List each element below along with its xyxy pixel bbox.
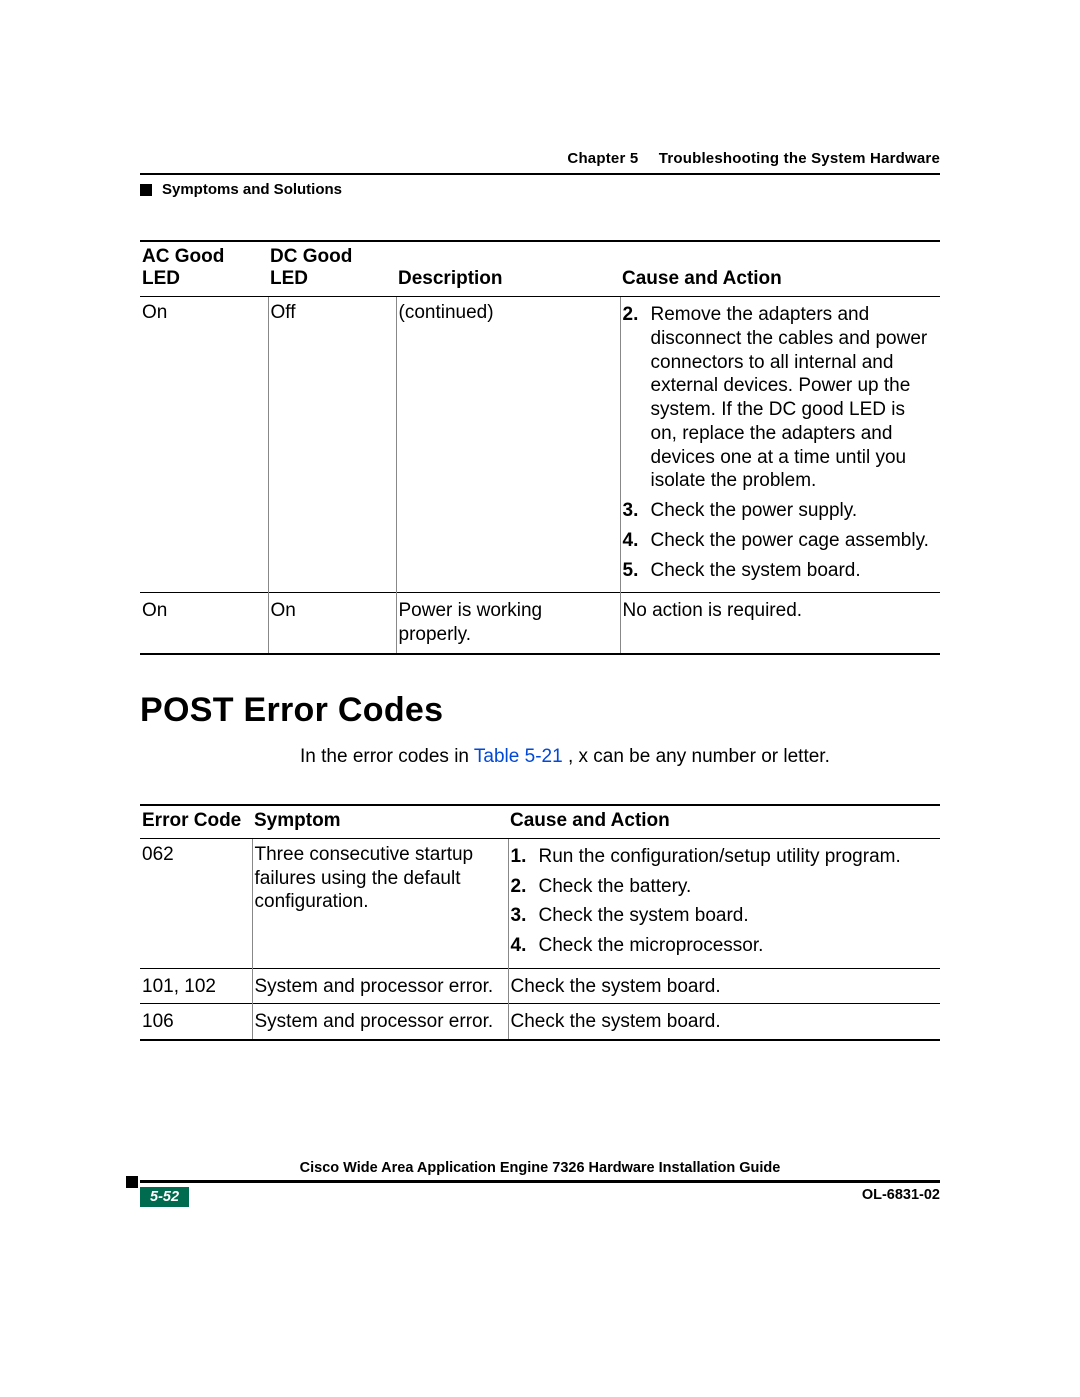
list-item: Check the power supply.: [623, 499, 935, 523]
table-row: 101, 102 System and processor error. Che…: [140, 968, 940, 1003]
col-symptom: Symptom: [252, 805, 508, 839]
list-item: Check the power cage assembly.: [623, 529, 935, 553]
footer-book-title: Cisco Wide Area Application Engine 7326 …: [140, 1160, 940, 1176]
section-heading-post-error-codes: POST Error Codes: [140, 691, 940, 730]
section-bullet-icon: [140, 184, 152, 196]
list-item: Check the battery.: [511, 875, 935, 899]
footer-rule: [140, 1180, 940, 1183]
table-row: On Off (continued) Remove the adapters a…: [140, 297, 940, 593]
table-xref-link[interactable]: Table 5-21: [474, 746, 563, 767]
cell-cause: Run the configuration/setup utility prog…: [508, 838, 940, 968]
col-cause-action: Cause and Action: [620, 241, 940, 297]
col-error-code: Error Code: [140, 805, 252, 839]
cell-code: 106: [140, 1003, 252, 1040]
cell-cause: Remove the adapters and disconnect the c…: [620, 297, 940, 593]
cell-dc: On: [268, 593, 396, 654]
page-number: 5-52: [140, 1187, 189, 1207]
list-item: Remove the adapters and disconnect the c…: [623, 303, 935, 493]
doc-id: OL-6831-02: [862, 1187, 940, 1207]
list-item: Check the system board.: [623, 559, 935, 583]
cell-cause: Check the system board.: [508, 968, 940, 1003]
table-row: 062 Three consecutive startup failures u…: [140, 838, 940, 968]
led-table: AC Good LED DC Good LED Description Caus…: [140, 240, 940, 655]
action-list: Remove the adapters and disconnect the c…: [623, 303, 935, 582]
chapter-title: Troubleshooting the System Hardware: [659, 150, 940, 167]
list-item: Run the configuration/setup utility prog…: [511, 845, 935, 869]
cell-desc: (continued): [396, 297, 620, 593]
table-row: 106 System and processor error. Check th…: [140, 1003, 940, 1040]
err-table-header-row: Error Code Symptom Cause and Action: [140, 805, 940, 839]
cell-symptom: System and processor error.: [252, 968, 508, 1003]
led-table-wrap: AC Good LED DC Good LED Description Caus…: [140, 240, 940, 655]
intro-post: , x can be any number or letter.: [568, 746, 830, 767]
table-row: On On Power is working properly. No acti…: [140, 593, 940, 654]
cell-ac: On: [140, 297, 268, 593]
col-cause-action: Cause and Action: [508, 805, 940, 839]
cell-code: 101, 102: [140, 968, 252, 1003]
col-ac-good: AC Good LED: [140, 241, 268, 297]
cell-cause: Check the system board.: [508, 1003, 940, 1040]
cell-symptom: System and processor error.: [252, 1003, 508, 1040]
page-footer: Cisco Wide Area Application Engine 7326 …: [140, 1160, 940, 1207]
cell-code: 062: [140, 838, 252, 968]
cell-cause: No action is required.: [620, 593, 940, 654]
list-item: Check the microprocessor.: [511, 934, 935, 958]
cell-ac: On: [140, 593, 268, 654]
intro-pre: In the error codes in: [300, 746, 474, 767]
led-table-header-row: AC Good LED DC Good LED Description Caus…: [140, 241, 940, 297]
cell-desc: Power is working properly.: [396, 593, 620, 654]
error-code-table: Error Code Symptom Cause and Action 062 …: [140, 804, 940, 1042]
intro-paragraph: In the error codes in Table 5-21 , x can…: [300, 746, 940, 768]
section-name: Symptoms and Solutions: [162, 181, 342, 198]
chapter-number: Chapter 5: [567, 150, 638, 167]
col-dc-good: DC Good LED: [268, 241, 396, 297]
col-description: Description: [396, 241, 620, 297]
cell-symptom: Three consecutive startup failures using…: [252, 838, 508, 968]
header-rule: [140, 173, 940, 175]
running-header: Chapter 5 Troubleshooting the System Har…: [140, 150, 940, 198]
action-list: Run the configuration/setup utility prog…: [511, 845, 935, 958]
cell-dc: Off: [268, 297, 396, 593]
page-body: Chapter 5 Troubleshooting the System Har…: [140, 150, 940, 1041]
list-item: Check the system board.: [511, 904, 935, 928]
